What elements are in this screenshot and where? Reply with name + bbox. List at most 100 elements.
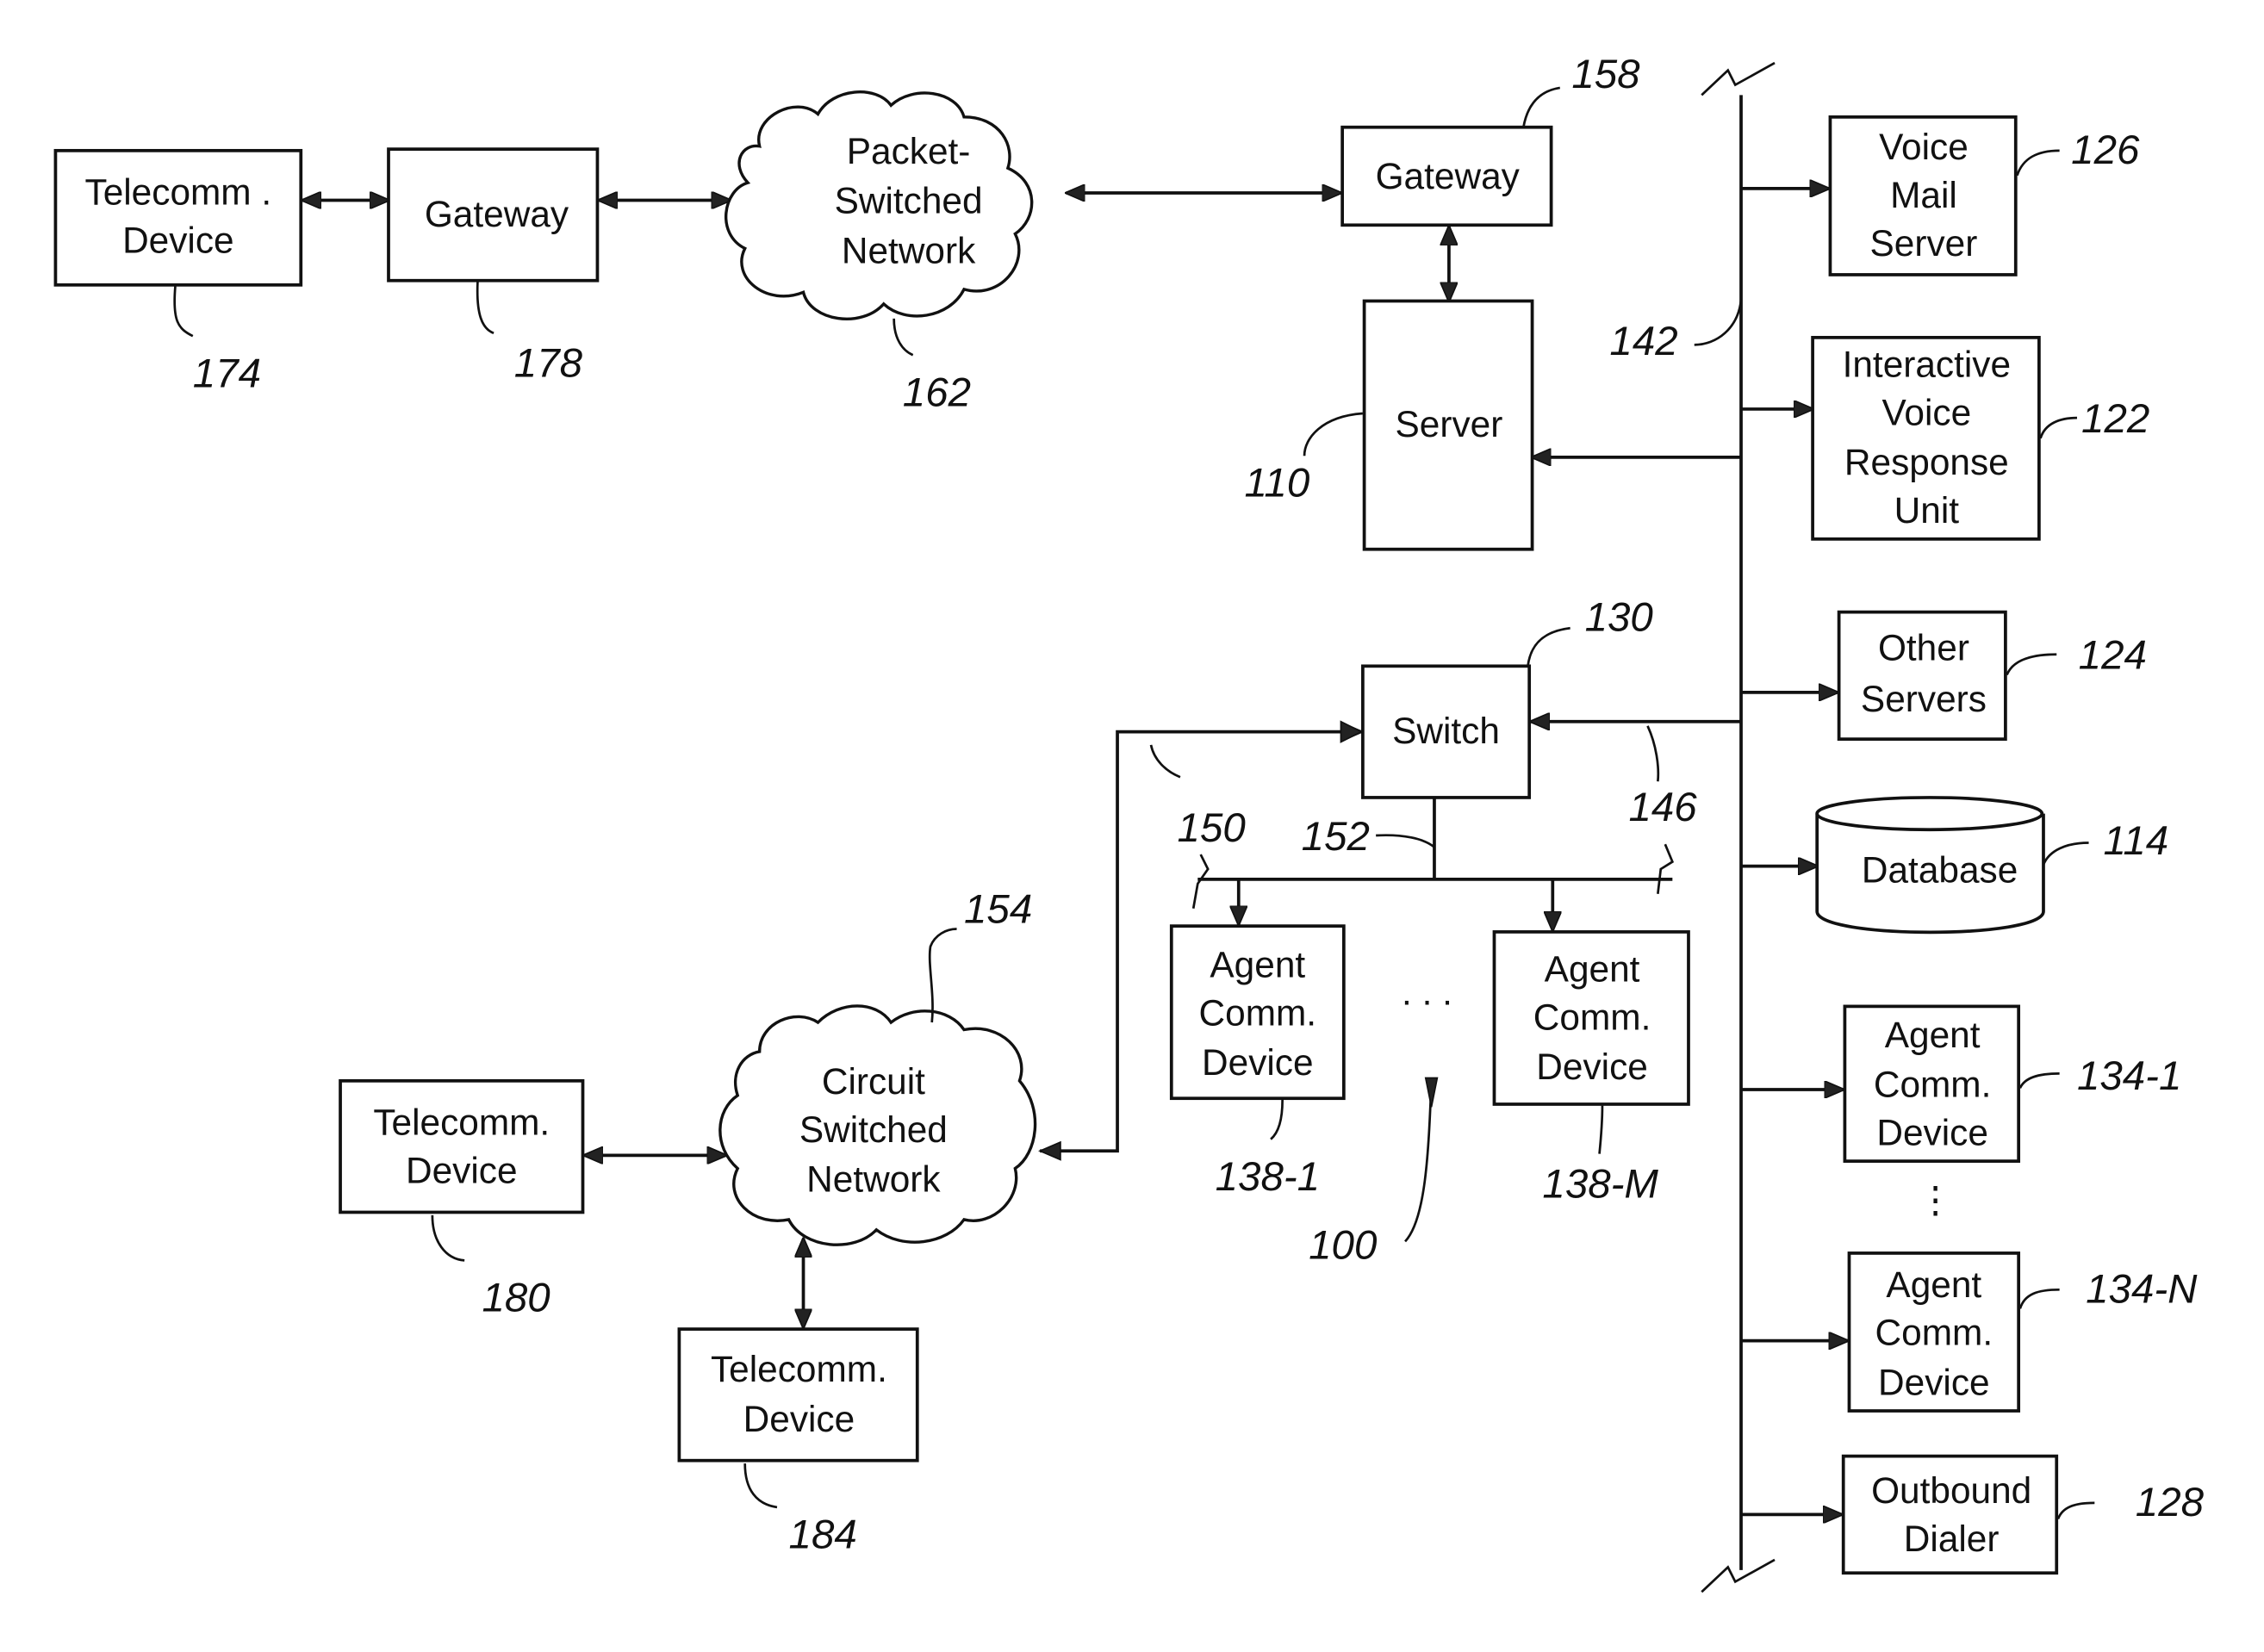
telecomm-device-180: Telecomm. Device 180: [339, 1078, 585, 1321]
leader-line: [2016, 149, 2060, 177]
node-label-line: Device: [1878, 1362, 1990, 1402]
network-diagram: Telecomm . Device 174 Gateway 178 Packet…: [53, 52, 2205, 1593]
ref-number: 152: [1302, 814, 1370, 860]
telecomm-device-184: Telecomm. Device 184: [677, 1327, 919, 1557]
node-label-line: Server: [1870, 223, 1978, 264]
ref-number: 130: [1585, 595, 1653, 641]
node-label-line: Database: [1862, 849, 2018, 890]
ref-number: 150: [1178, 805, 1246, 851]
agent-comm-device-134-n: Agent Comm. Device 134-N: [1847, 1251, 2198, 1413]
ref-number: 134-N: [2086, 1267, 2198, 1313]
node-label-line: Voice: [1879, 127, 1969, 167]
ref-number: 162: [903, 370, 971, 416]
node-label-line: Telecomm .: [85, 172, 272, 213]
ref-number: 174: [193, 351, 261, 397]
ref-number: 138-1: [1216, 1154, 1320, 1200]
leader-line: [2039, 416, 2077, 439]
wireless-break-mark: [1191, 854, 1210, 910]
ref-number: 128: [2136, 1480, 2205, 1525]
node-label-line: Network: [842, 230, 976, 270]
leader-line: [1598, 1105, 1604, 1154]
node-label-line: Circuit: [822, 1061, 925, 1102]
node-label-line: Outbound: [1871, 1470, 2031, 1511]
system-100: 100: [1309, 1077, 1439, 1269]
node-label-line: Device: [743, 1399, 855, 1439]
packet-switched-network-162: Packet- Switched Network 162: [724, 90, 1034, 416]
ref-number: 122: [2081, 396, 2149, 442]
ref-number: 146: [1628, 785, 1697, 830]
agent-comm-device-138-m: Agent Comm. Device 138-M: [1492, 930, 1690, 1208]
wireless-break-mark: [1657, 843, 1675, 894]
leader-line: [431, 1214, 465, 1262]
node-label-line: Mail: [1890, 175, 1957, 215]
leader-line: [743, 1463, 778, 1509]
telecomm-device-174: Telecomm . Device 174: [53, 148, 303, 397]
link-146: 146: [1628, 725, 1697, 894]
break-mark-top: [1701, 61, 1776, 96]
node-label-line: Switched: [835, 181, 983, 221]
node-label-line: Device: [1536, 1046, 1648, 1087]
node-label-line: Server: [1396, 404, 1503, 444]
ref-number: 100: [1309, 1223, 1377, 1269]
node-label-line: Agent: [1210, 944, 1305, 984]
database-114: Database 114: [1815, 796, 2168, 935]
node-label-line: Network: [806, 1159, 941, 1200]
link-150: 150: [1178, 805, 1246, 910]
leader-line: [1646, 725, 1660, 782]
outbound-dialer-128: Outbound Dialer 128: [1841, 1454, 2205, 1575]
leader-line: [2018, 1288, 2060, 1309]
node-label-line: Telecomm.: [711, 1349, 887, 1389]
ref-number: 142: [1609, 319, 1677, 364]
leader-line: [893, 318, 914, 357]
node-label-line: Agent: [1886, 1264, 1981, 1305]
vertical-ellipsis: ⋮: [1917, 1179, 1953, 1220]
ivr-122: Interactive Voice Response Unit 122: [1811, 335, 2149, 541]
circuit-switched-network-154: Circuit Switched Network 154: [718, 887, 1037, 1246]
leader-line: [1527, 626, 1570, 667]
switch-130: Switch 130: [1361, 595, 1653, 799]
node-label-line: Agent: [1545, 949, 1640, 990]
gateway-178: Gateway 178: [387, 147, 600, 387]
other-servers-124: Other Servers 124: [1837, 610, 2147, 741]
break-mark-bottom: [1701, 1558, 1776, 1593]
gateway-158: Gateway 158: [1340, 52, 1640, 227]
pointer-arrowhead: [1424, 1077, 1439, 1108]
ref-number: 180: [482, 1276, 550, 1321]
leader-line: [1522, 86, 1560, 127]
node-label-line: Other: [1878, 628, 1969, 668]
ref-number: 124: [2079, 633, 2147, 679]
leader-line: [2018, 1072, 2060, 1089]
agent-comm-device-134-1: Agent Comm. Device 134-1: [1843, 1004, 2181, 1163]
leader-line: [2056, 1501, 2095, 1520]
node-label-line: Device: [1202, 1042, 1314, 1083]
leader-line: [1694, 299, 1743, 346]
ref-number: 154: [964, 887, 1032, 933]
horizontal-ellipsis: . . .: [1402, 972, 1452, 1013]
server-110: Server 110: [1245, 299, 1534, 551]
ref-number: 134-1: [2077, 1053, 2181, 1099]
ref-number: 158: [1571, 52, 1640, 97]
node-label-line: Switch: [1392, 711, 1500, 751]
node-label-line: Comm.: [1874, 1065, 1992, 1105]
node-label-line: Agent: [1885, 1015, 1981, 1055]
node-label-line: Voice: [1882, 393, 1972, 433]
node-label-line: Device: [122, 220, 234, 261]
ref-number: 110: [1245, 461, 1310, 506]
arrowhead-to-switch: [1340, 720, 1364, 743]
leader-line: [1376, 834, 1435, 848]
ref-number: 126: [2071, 127, 2140, 173]
voice-mail-server-126: Voice Mail Server 126: [1828, 115, 2140, 276]
link-152: 152: [1302, 814, 1435, 860]
node-label-line: Gateway: [1376, 156, 1521, 196]
arrowhead-to-csn: [1038, 1140, 1061, 1161]
cylinder-top: [1815, 796, 2044, 832]
ref-number: 184: [789, 1512, 857, 1557]
node-label-line: Gateway: [425, 194, 569, 234]
node-label-line: Switched: [799, 1109, 948, 1150]
agent-comm-device-138-1: Agent Comm. Device 138-1: [1169, 924, 1346, 1200]
node-label-line: Comm.: [1533, 997, 1651, 1038]
leader-line: [1270, 1099, 1284, 1140]
node-label-line: Unit: [1894, 490, 1960, 531]
node-label-line: Telecomm.: [373, 1102, 550, 1143]
ref-number: 138-M: [1542, 1162, 1658, 1208]
